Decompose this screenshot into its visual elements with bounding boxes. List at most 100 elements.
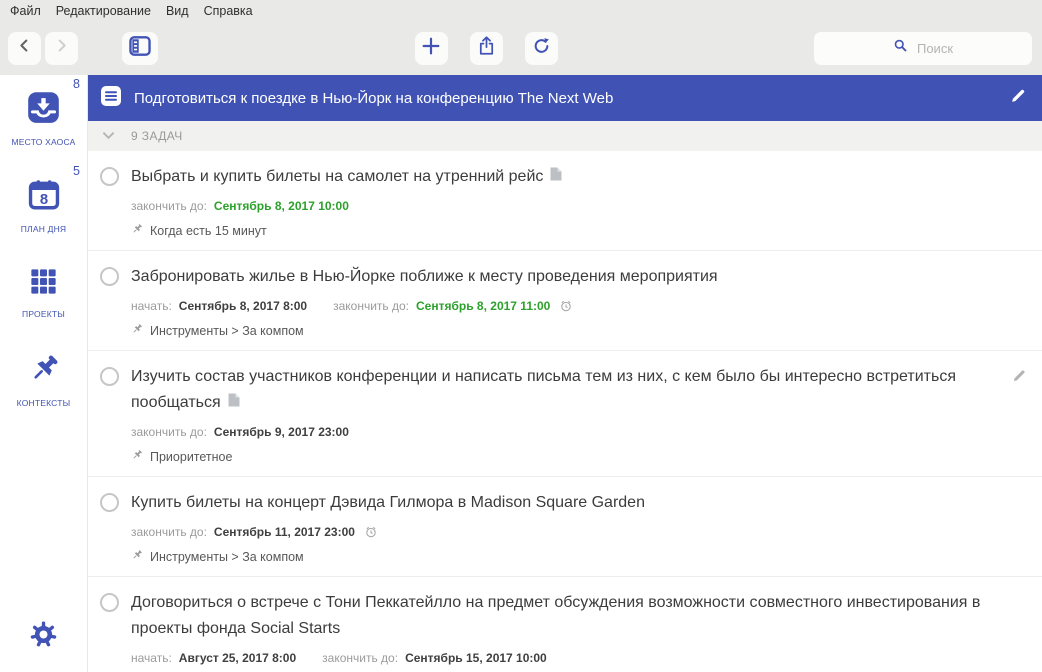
inbox-icon — [26, 90, 61, 130]
start-date: Сентябрь 8, 2017 8:00 — [178, 299, 308, 313]
task-dates: начать: Август 25, 2017 8:00 закончить д… — [131, 651, 547, 665]
tasks-count-label: 9 ЗАДАЧ — [131, 129, 183, 143]
task-dates: начать: Сентябрь 8, 2017 8:00 закончить … — [131, 299, 1028, 313]
back-icon — [17, 38, 32, 58]
share-icon — [477, 35, 496, 61]
context-label: Когда есть 15 минут — [150, 223, 267, 238]
back-button[interactable] — [8, 31, 41, 65]
menu-edit[interactable]: Редактирование — [56, 4, 151, 20]
sidebar-item-chaos[interactable]: 8 МЕСТО ХАОСА — [0, 75, 87, 162]
day-plan-badge: 5 — [73, 164, 80, 178]
task-checkbox[interactable] — [100, 367, 119, 386]
project-header: Подготовиться к поездке в Нью-Йорк на ко… — [88, 75, 1042, 121]
menu-help[interactable]: Справка — [204, 4, 253, 20]
project-title: Подготовиться к поездке в Нью-Йорк на ко… — [134, 89, 614, 107]
note-icon — [550, 164, 562, 190]
task-title: Изучить состав участников конференции и … — [131, 364, 1000, 416]
task-row[interactable]: Выбрать и купить билеты на самолет на ут… — [88, 151, 1042, 251]
alarm-icon — [559, 299, 573, 313]
refresh-button[interactable] — [524, 31, 558, 65]
due-date: Сентябрь 8, 2017 10:00 — [213, 199, 349, 213]
task-title: Выбрать и купить билеты на самолет на ут… — [131, 164, 1028, 190]
task-row[interactable]: Договориться о встрече с Тони Пеккатейлл… — [88, 577, 1042, 672]
task-due: закончить до: Сентябрь 11, 2017 23:00 — [131, 525, 1028, 539]
task-checkbox[interactable] — [100, 493, 119, 512]
sidebar-item-label: МЕСТО ХАОСА — [11, 137, 76, 147]
gear-icon — [29, 621, 58, 653]
nav-group — [8, 31, 78, 65]
start-date: Август 25, 2017 8:00 — [178, 651, 297, 665]
search-icon — [893, 38, 908, 58]
edit-project-button[interactable] — [1010, 87, 1027, 109]
task-title: Купить билеты на концерт Дэвида Гилмора … — [131, 494, 645, 511]
task-context[interactable]: Приоритетное — [131, 449, 1000, 464]
tasks-section-header[interactable]: 9 ЗАДАЧ — [88, 121, 1042, 151]
task-row[interactable]: Купить билеты на концерт Дэвида Гилмора … — [88, 477, 1042, 577]
task-body: Договориться о встрече с Тони Пеккатейлл… — [131, 590, 1028, 665]
task-body: Забронировать жилье в Нью-Йорке поближе … — [131, 264, 1028, 338]
forward-icon — [54, 38, 69, 58]
toolbar: Поиск — [0, 21, 1042, 75]
edit-task-button[interactable] — [1012, 368, 1028, 464]
main-area: 8 МЕСТО ХАОСА 5 8 ПЛАН ДНЯ ПРОЕКТЫ КОНТЕ… — [0, 75, 1042, 672]
content-area: Подготовиться к поездке в Нью-Йорк на ко… — [88, 75, 1042, 672]
refresh-icon — [531, 36, 552, 61]
list-icon — [101, 85, 121, 111]
task-title: Забронировать жилье в Нью-Йорке поближе … — [131, 268, 718, 285]
task-checkbox[interactable] — [100, 267, 119, 286]
task-row[interactable]: Изучить состав участников конференции и … — [88, 351, 1042, 477]
menu-view[interactable]: Вид — [166, 4, 189, 20]
task-body: Купить билеты на концерт Дэвида Гилмора … — [131, 490, 1028, 564]
task-title: Договориться о встрече с Тони Пеккатейлл… — [131, 594, 981, 637]
add-icon — [420, 35, 442, 62]
chevron-down-icon — [102, 127, 115, 145]
sidebar-item-label: КОНТЕКСТЫ — [16, 397, 71, 408]
sidebar: 8 МЕСТО ХАОСА 5 8 ПЛАН ДНЯ ПРОЕКТЫ КОНТЕ… — [0, 75, 88, 672]
task-checkbox[interactable] — [100, 167, 119, 186]
task-due: закончить до: Сентябрь 8, 2017 10:00 — [131, 199, 349, 213]
toolbar-actions — [414, 31, 558, 65]
calendar-icon: 8 — [27, 178, 61, 217]
sidebar-item-contexts[interactable]: КОНТЕКСТЫ — [0, 336, 87, 423]
task-body: Выбрать и купить билеты на самолет на ут… — [131, 164, 1028, 238]
pushpin-icon — [27, 352, 61, 391]
task-context[interactable]: Когда есть 15 минут — [131, 223, 1028, 238]
context-label: Инструменты > За компом — [150, 323, 304, 338]
sidebar-item-label: ПРОЕКТЫ — [22, 309, 65, 319]
task-context[interactable]: Инструменты > За компом — [131, 323, 1028, 338]
sidebar-item-label: ПЛАН ДНЯ — [20, 223, 67, 234]
add-button[interactable] — [414, 31, 448, 65]
search-placeholder: Поиск — [916, 40, 954, 56]
due-date: Сентябрь 9, 2017 23:00 — [213, 425, 349, 439]
sidebar-toggle-icon — [129, 35, 151, 61]
settings-button[interactable] — [29, 620, 58, 654]
sidebar-toggle-button[interactable] — [122, 31, 158, 65]
pin-icon — [131, 449, 143, 464]
task-checkbox[interactable] — [100, 593, 119, 612]
search-input[interactable]: Поиск — [814, 31, 1032, 65]
note-icon — [228, 390, 240, 416]
task-due: закончить до: Сентябрь 9, 2017 23:00 — [131, 425, 349, 439]
forward-button[interactable] — [45, 31, 78, 65]
svg-text:8: 8 — [39, 191, 47, 207]
window-chrome: Файл Редактирование Вид Справка Поиск — [0, 0, 1042, 75]
alarm-icon — [364, 525, 378, 539]
context-label: Инструменты > За компом — [150, 549, 304, 564]
grid-icon — [28, 266, 59, 302]
context-label: Приоритетное — [150, 449, 233, 464]
task-row[interactable]: Забронировать жилье в Нью-Йорке поближе … — [88, 251, 1042, 351]
sidebar-item-projects[interactable]: ПРОЕКТЫ — [0, 249, 87, 336]
due-date: Сентябрь 15, 2017 10:00 — [405, 651, 547, 665]
pin-icon — [131, 223, 143, 238]
share-button[interactable] — [469, 31, 503, 65]
task-body: Изучить состав участников конференции и … — [131, 364, 1000, 464]
pin-icon — [131, 549, 143, 564]
menu-file[interactable]: Файл — [10, 4, 41, 20]
pin-icon — [131, 323, 143, 338]
task-list: Выбрать и купить билеты на самолет на ут… — [88, 151, 1042, 672]
task-context[interactable]: Инструменты > За компом — [131, 549, 1028, 564]
due-date: Сентябрь 8, 2017 11:00 — [416, 299, 551, 313]
due-date: Сентябрь 11, 2017 23:00 — [213, 525, 355, 539]
app-window: Файл Редактирование Вид Справка Поиск 8 … — [0, 0, 1042, 672]
sidebar-item-day-plan[interactable]: 5 8 ПЛАН ДНЯ — [0, 162, 87, 249]
